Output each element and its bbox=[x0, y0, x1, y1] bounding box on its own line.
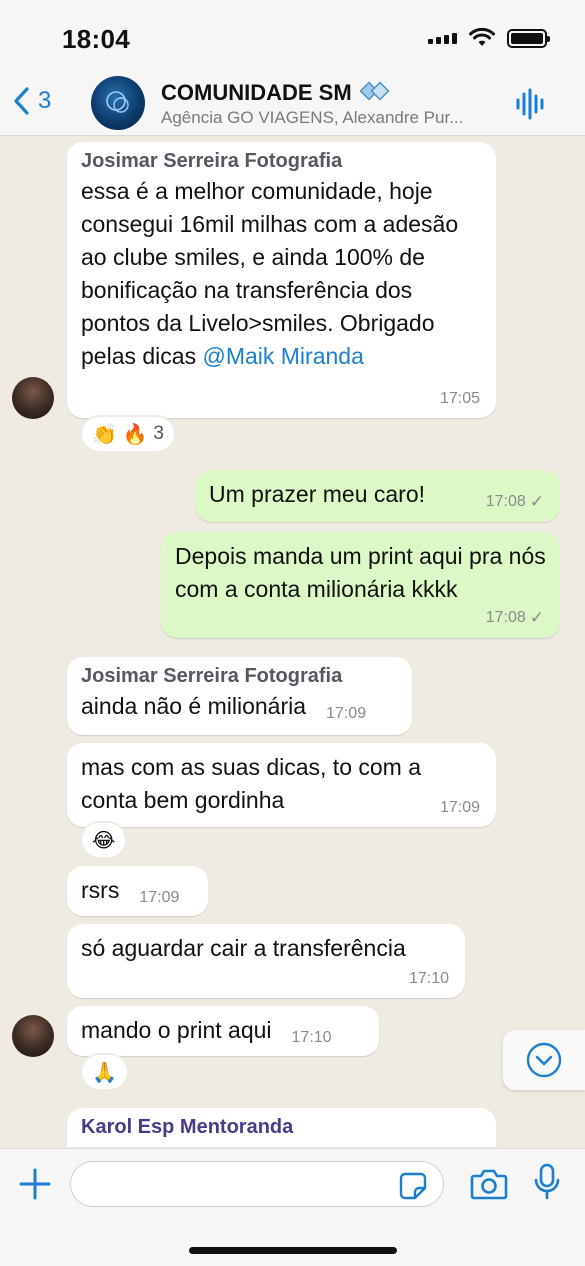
sender-name[interactable]: Josimar Serreira Fotografia bbox=[81, 665, 398, 688]
message-time: 17:09 bbox=[326, 705, 367, 722]
message-list[interactable]: Josimar Serreira Fotografia essa é a mel… bbox=[0, 137, 585, 1147]
message-bubble-outgoing[interactable]: Depois manda um print aqui pra nós com a… bbox=[161, 532, 560, 638]
reaction-pill[interactable]: 😂 bbox=[82, 823, 126, 857]
message-time: 17:10 bbox=[408, 970, 449, 987]
home-indicator bbox=[189, 1247, 397, 1254]
community-badge-icon bbox=[359, 81, 390, 101]
message-bubble-incoming[interactable]: Josimar Serreira Fotografia ainda não é … bbox=[67, 657, 412, 735]
cellular-signal-icon bbox=[428, 32, 457, 44]
delivered-check-icon: ✓ bbox=[529, 608, 544, 627]
message-bubble-incoming[interactable]: rsrs 17:09 bbox=[67, 866, 208, 916]
group-members: Agência GO VIAGENS, Alexandre Pur... bbox=[161, 108, 464, 127]
message-text: Depois manda um print aqui pra nós com a… bbox=[175, 543, 546, 602]
camera-icon[interactable] bbox=[470, 1167, 508, 1201]
message-text: mas com as suas dicas, to com a conta be… bbox=[81, 754, 422, 813]
message-bubble-incoming[interactable]: só aguardar cair a transferência 17:10 bbox=[67, 924, 465, 998]
message-text: mando o print aqui 17:10 bbox=[81, 1017, 332, 1046]
plus-icon[interactable] bbox=[18, 1167, 52, 1201]
message-time: 17:09 bbox=[439, 799, 480, 816]
chevron-down-icon bbox=[526, 1042, 562, 1078]
status-bar: 18:04 bbox=[0, 0, 585, 72]
message-bubble-incoming[interactable]: mas com as suas dicas, to com a conta be… bbox=[67, 743, 496, 827]
avatar[interactable] bbox=[12, 377, 54, 419]
message-text: ainda não é milionária 17:09 bbox=[81, 693, 367, 722]
message-time: 17:08 ✓ bbox=[485, 492, 544, 511]
avatar[interactable] bbox=[12, 1015, 54, 1057]
battery-icon bbox=[507, 28, 550, 48]
message-text: só aguardar cair a transferência bbox=[81, 935, 406, 961]
message-time: 17:05 bbox=[439, 390, 480, 407]
reaction-emojis: 👏 🔥 bbox=[92, 423, 148, 446]
chat-bubbles-icon bbox=[106, 91, 129, 113]
status-icons bbox=[428, 28, 550, 48]
message-bubble-incoming[interactable]: Josimar Serreira Fotografia essa é a mel… bbox=[67, 142, 496, 418]
reaction-emojis: 🙏 bbox=[92, 1061, 117, 1084]
sender-name[interactable]: Josimar Serreira Fotografia bbox=[81, 150, 482, 173]
microphone-icon[interactable] bbox=[534, 1163, 560, 1201]
group-name: COMUNIDADE SM bbox=[161, 80, 352, 105]
message-bubble-incoming[interactable]: mando o print aqui 17:10 bbox=[67, 1006, 379, 1056]
reaction-count: 3 bbox=[153, 423, 164, 444]
mention-link[interactable]: @Maik Miranda bbox=[202, 343, 363, 369]
message-text: rsrs 17:09 bbox=[81, 877, 180, 906]
reaction-emojis: 😂 bbox=[92, 829, 116, 852]
message-bubble-incoming[interactable]: Karol Esp Mentoranda bbox=[67, 1108, 496, 1147]
message-bubble-outgoing[interactable]: Um prazer meu caro! 17:08 ✓ bbox=[195, 470, 560, 522]
delivered-check-icon: ✓ bbox=[529, 492, 544, 511]
message-text: essa é a melhor comunidade, hoje consegu… bbox=[81, 178, 459, 369]
group-title[interactable]: COMUNIDADE SM bbox=[161, 80, 392, 106]
reaction-pill[interactable]: 🙏 bbox=[82, 1055, 127, 1089]
message-input[interactable] bbox=[70, 1161, 444, 1207]
chevron-left-icon bbox=[14, 87, 29, 115]
reaction-pill[interactable]: 👏 🔥 3 bbox=[82, 417, 174, 451]
message-time: 17:10 bbox=[291, 1029, 332, 1046]
sticker-icon[interactable] bbox=[398, 1171, 428, 1201]
group-avatar[interactable] bbox=[91, 76, 145, 130]
wifi-icon bbox=[469, 28, 495, 46]
message-time: 17:09 bbox=[139, 889, 180, 906]
back-button[interactable]: 3 bbox=[12, 86, 51, 116]
unread-count: 3 bbox=[38, 87, 52, 114]
scroll-down-button[interactable] bbox=[503, 1030, 585, 1090]
message-time: 17:08 ✓ bbox=[485, 608, 544, 627]
sender-name[interactable]: Karol Esp Mentoranda bbox=[81, 1116, 482, 1139]
audio-wave-icon[interactable] bbox=[515, 88, 545, 120]
status-time: 18:04 bbox=[62, 24, 130, 54]
composer-bar bbox=[0, 1148, 585, 1266]
chat-header: 3 COMUNIDADE SM Agência GO VIAGENS, Alex… bbox=[0, 72, 585, 136]
